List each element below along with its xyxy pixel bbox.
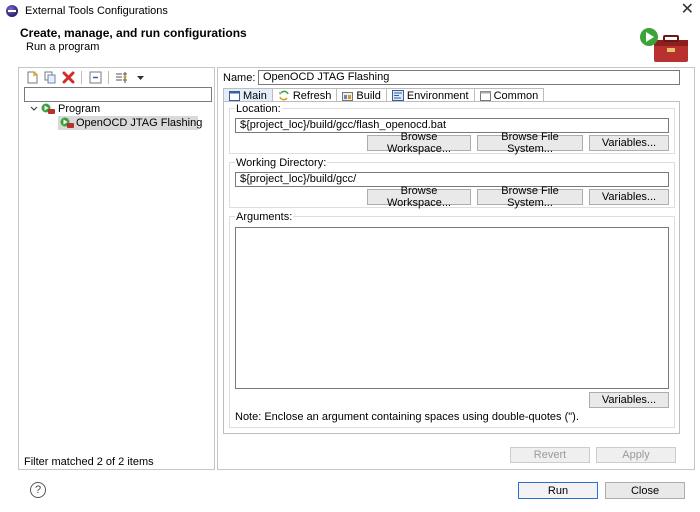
tree-category-program[interactable]: Program: [28, 102, 212, 116]
arguments-textarea[interactable]: [235, 227, 669, 389]
tab-label: Environment: [406, 89, 469, 102]
working-dir-variables-button[interactable]: Variables...: [589, 189, 669, 205]
apply-button[interactable]: Apply: [596, 447, 676, 463]
help-icon[interactable]: ?: [30, 482, 46, 498]
delete-icon[interactable]: [60, 69, 76, 85]
tab-label: Main: [243, 89, 267, 102]
refresh-icon: [278, 90, 289, 101]
filter-input[interactable]: [24, 87, 212, 102]
configurations-tree: Program OpenOCD JTAG Flashing: [28, 102, 212, 130]
revert-button[interactable]: Revert: [510, 447, 590, 463]
tree-item-openocd-jtag-flashing[interactable]: OpenOCD JTAG Flashing: [58, 116, 202, 130]
location-browse-workspace-button[interactable]: Browse Workspace...: [367, 131, 471, 155]
tree-item-label: OpenOCD JTAG Flashing: [76, 117, 203, 129]
eclipse-app-icon: [6, 5, 18, 17]
location-variables-button[interactable]: Variables...: [589, 135, 669, 151]
toolbar-separator: [81, 70, 82, 84]
filter-status: Filter matched 2 of 2 items: [24, 456, 154, 468]
close-window-icon[interactable]: ✕: [681, 2, 694, 18]
banner-title: Create, manage, and run configurations: [20, 26, 247, 40]
common-icon: [479, 90, 491, 101]
toolbox-run-icon: [640, 28, 688, 62]
tab-label: Common: [493, 89, 539, 102]
dialog-banner: Create, manage, and run configurations R…: [0, 22, 700, 62]
window-title: External Tools Configurations: [25, 5, 168, 17]
close-button[interactable]: Close: [605, 482, 685, 499]
arguments-note: Note: Enclose an argument containing spa…: [235, 411, 579, 423]
title-bar: External Tools Configurations ✕: [0, 0, 700, 22]
new-config-icon[interactable]: [24, 69, 40, 85]
tab-refresh[interactable]: Refresh: [272, 88, 338, 102]
configurations-toolbar: [24, 69, 148, 85]
tab-environment[interactable]: Environment: [386, 88, 475, 102]
arguments-variables-button[interactable]: Variables...: [589, 392, 669, 408]
working-dir-browse-workspace-button[interactable]: Browse Workspace...: [367, 185, 471, 209]
tab-common[interactable]: Common: [474, 88, 545, 102]
filter-icon[interactable]: [114, 69, 130, 85]
name-field[interactable]: OpenOCD JTAG Flashing: [258, 70, 680, 85]
working-dir-browse-file-system-button[interactable]: Browse File System...: [477, 185, 583, 209]
location-browse-file-system-button[interactable]: Browse File System...: [477, 131, 583, 155]
tab-label: Refresh: [292, 89, 332, 102]
name-label: Name:: [223, 72, 256, 84]
tab-build[interactable]: Build: [337, 88, 387, 102]
tab-main[interactable]: Main: [223, 88, 273, 102]
config-tabs: Main Refresh Build Environment Common: [223, 88, 545, 102]
program-icon: [40, 103, 56, 115]
main-tab-icon: [229, 90, 240, 101]
location-label: Location:: [235, 103, 282, 115]
program-config-icon: [60, 117, 74, 129]
duplicate-icon[interactable]: [42, 69, 58, 85]
view-menu-icon[interactable]: [132, 69, 148, 85]
arguments-label: Arguments:: [235, 211, 294, 223]
working-directory-label: Working Directory:: [235, 157, 328, 169]
build-icon: [342, 92, 354, 101]
tab-label: Build: [356, 89, 381, 102]
tree-category-label: Program: [58, 103, 101, 115]
chevron-down-icon[interactable]: [28, 106, 40, 112]
toolbar-separator: [108, 70, 109, 84]
environment-icon: [391, 90, 404, 101]
run-button[interactable]: Run: [518, 482, 598, 499]
banner-subtitle: Run a program: [26, 41, 100, 53]
collapse-all-icon[interactable]: [87, 69, 103, 85]
